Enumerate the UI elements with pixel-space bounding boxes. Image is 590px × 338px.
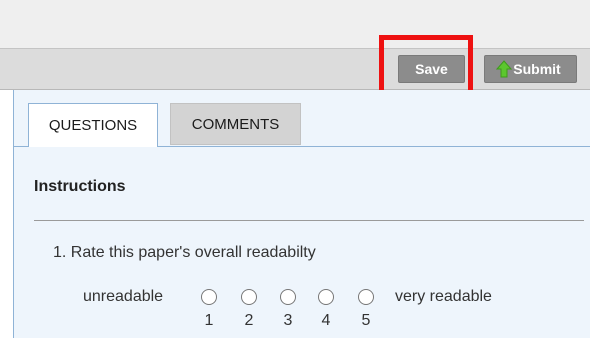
toolbar: Save Submit [0, 48, 590, 90]
rating-number-5: 5 [361, 312, 371, 329]
rating-radio-1[interactable] [201, 289, 217, 305]
tab-comments-label: COMMENTS [191, 115, 280, 133]
rating-number-3: 3 [283, 312, 293, 329]
tab-divider [158, 146, 590, 147]
rating-radio-3[interactable] [280, 289, 296, 305]
tab-divider [13, 146, 28, 147]
submit-button-label: Submit [513, 61, 561, 77]
divider [34, 220, 584, 221]
green-up-arrow-icon [496, 60, 513, 78]
save-button[interactable]: Save [398, 55, 465, 83]
scale-high-label: very readable [395, 288, 492, 305]
tab-questions-label: QUESTIONS [48, 117, 138, 134]
rating-radio-2[interactable] [241, 289, 257, 305]
tab-comments[interactable]: COMMENTS [170, 103, 301, 145]
question-text: 1. Rate this paper's overall readabilty [53, 244, 316, 261]
rating-number-1: 1 [204, 312, 214, 329]
scale-low-label: unreadable [83, 288, 164, 305]
instructions-heading: Instructions [34, 178, 126, 195]
tab-questions[interactable]: QUESTIONS [28, 103, 158, 147]
rating-radio-4[interactable] [318, 289, 334, 305]
top-band [0, 0, 590, 48]
rating-radio-5[interactable] [358, 289, 374, 305]
submit-button[interactable]: Submit [484, 55, 577, 83]
rating-number-4: 4 [321, 312, 331, 329]
save-button-label: Save [415, 61, 448, 77]
rating-number-2: 2 [244, 312, 254, 329]
